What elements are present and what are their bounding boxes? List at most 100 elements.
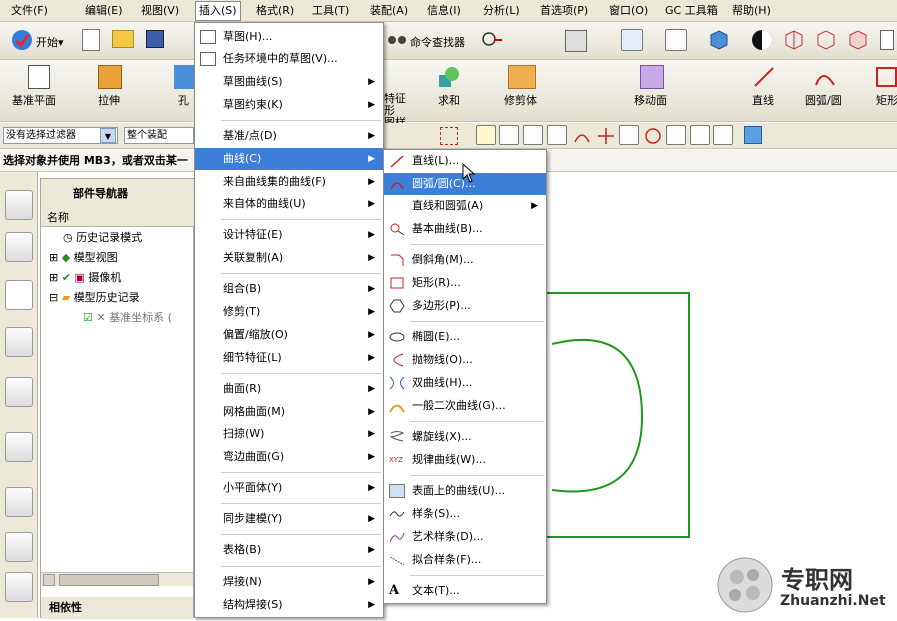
cube-red-icon[interactable] [782, 28, 806, 52]
start-icon[interactable] [10, 28, 34, 52]
model-history-item[interactable]: ⊟ ▰ 模型历史记录 [49, 288, 140, 308]
menu-assembly[interactable]: 装配(A) [367, 2, 411, 20]
menu-flange-surface[interactable]: 弯边曲面(G) ▶ [195, 446, 383, 468]
column-name-header[interactable]: 名称 [41, 209, 195, 227]
menu-offset-scale[interactable]: 偏置/缩放(O) ▶ [195, 324, 383, 346]
system-materials-tab[interactable] [5, 487, 33, 517]
hole-icon[interactable] [174, 65, 194, 89]
move-face-button[interactable]: 移动面 [634, 92, 667, 108]
new-file-icon[interactable] [82, 29, 100, 51]
menu-facet-body[interactable]: 小平面体(Y) ▶ [195, 477, 383, 499]
dependencies-panel-header[interactable]: 相依性 [41, 597, 193, 619]
menu-preferences[interactable]: 首选项(P) [537, 2, 591, 20]
layer-icon[interactable] [565, 30, 587, 52]
menu-line-and-arc[interactable]: 直线和圆弧(A) ▶ [384, 195, 546, 217]
datum-plane-button[interactable]: 基准平面 [12, 92, 56, 108]
datum-plane-icon[interactable] [28, 65, 50, 89]
snap-arc-icon[interactable] [572, 126, 592, 146]
scroll-thumb[interactable] [59, 574, 159, 586]
snap-end-icon[interactable] [499, 125, 519, 145]
expand-icon[interactable]: ⊞ [49, 251, 58, 264]
unite-icon[interactable] [437, 65, 461, 89]
menu-hyperbola[interactable]: 双曲线(H)... [384, 372, 546, 394]
cube-hidden-icon[interactable] [846, 28, 870, 52]
snap-control-icon[interactable] [547, 125, 567, 145]
hole-button[interactable]: 孔 [178, 92, 189, 108]
menu-chamfer[interactable]: 倒斜角(M)... [384, 249, 546, 271]
menu-polygon[interactable]: 多边形(P)... [384, 295, 546, 317]
move-face-icon[interactable] [640, 65, 664, 89]
shading-icon[interactable] [750, 28, 774, 52]
snap-on-curve-icon[interactable] [690, 125, 710, 145]
menu-design-feature[interactable]: 设计特征(E) ▶ [195, 224, 383, 246]
snap-body-icon[interactable] [744, 126, 762, 144]
part-navigator-tab[interactable] [5, 280, 33, 310]
menu-text[interactable]: A 文本(T)... [384, 580, 546, 602]
menu-tools[interactable]: 工具(T) [309, 2, 352, 20]
start-button[interactable]: 开始▾ [36, 34, 64, 50]
menu-sketch-constraint[interactable]: 草图约束(K) ▶ [195, 94, 383, 116]
trim-body-button[interactable]: 修剪体 [504, 92, 537, 108]
menu-edit[interactable]: 编辑(E) [82, 2, 126, 20]
menu-rectangle[interactable]: 矩形(R)... [384, 272, 546, 294]
model-views-item[interactable]: ⊞ ◆ 模型视图 [49, 248, 118, 268]
cube-wire-icon[interactable] [814, 28, 838, 52]
snap-point-icon[interactable] [476, 125, 496, 145]
menu-parabola[interactable]: 抛物线(O)... [384, 349, 546, 371]
command-finder[interactable]: 命令查找器 [410, 34, 465, 50]
menu-sketch-in-task[interactable]: 任务环境中的草图(V)... [195, 48, 383, 70]
menu-insert[interactable]: 插入(S) [195, 1, 241, 21]
menu-help[interactable]: 帮助(H) [729, 2, 774, 20]
binoculars-icon[interactable] [387, 31, 407, 47]
graphics-window[interactable]: 专职网 Zhuanzhi.Net [547, 172, 897, 618]
menu-spline[interactable]: 样条(S)... [384, 503, 546, 525]
menu-combine[interactable]: 组合(B) ▶ [195, 278, 383, 300]
menu-general-conic[interactable]: 一般二次曲线(G)... [384, 395, 546, 417]
menu-ellipse[interactable]: 椭圆(E)... [384, 326, 546, 348]
menu-fit-spline[interactable]: 拟合样条(F)... [384, 549, 546, 571]
camera-item[interactable]: ⊞ ✔ ▣ 摄像机 [49, 268, 121, 288]
menu-trim[interactable]: 修剪(T) ▶ [195, 301, 383, 323]
menu-sweep[interactable]: 扫掠(W) ▶ [195, 423, 383, 445]
menu-file[interactable]: 文件(F) [8, 2, 51, 20]
collapse-icon[interactable]: ⊟ [49, 291, 58, 304]
constraint-navigator-tab[interactable] [5, 232, 33, 262]
extrude-button[interactable]: 拉伸 [98, 92, 120, 108]
sketch-tool-icon[interactable] [481, 30, 503, 50]
snap-existing-point-icon[interactable] [666, 125, 686, 145]
history-mode-item[interactable]: ◷ 历史记录模式 [63, 228, 142, 248]
menu-associative-copy[interactable]: 关联复制(A) ▶ [195, 247, 383, 269]
expand-icon[interactable]: ⊞ [49, 271, 58, 284]
menu-weld[interactable]: 焊接(N) ▶ [195, 571, 383, 593]
menu-datum-point[interactable]: 基准/点(D) ▶ [195, 125, 383, 147]
rectangle-icon[interactable] [876, 67, 897, 87]
menu-law-curve[interactable]: XYZ 规律曲线(W)... [384, 449, 546, 471]
menu-table[interactable]: 表格(B) ▶ [195, 539, 383, 561]
unite-button[interactable]: 求和 [438, 92, 460, 108]
snap-on-face-icon[interactable] [713, 125, 733, 145]
snap-quadrant-icon[interactable] [643, 126, 663, 146]
menu-sketch[interactable]: 草图(H)... [195, 26, 383, 48]
menu-info[interactable]: 信息(I) [424, 2, 464, 20]
menu-mesh-surface[interactable]: 网格曲面(M) ▶ [195, 401, 383, 423]
history-tab[interactable] [5, 432, 33, 462]
filter-dropdown-arrow-icon[interactable]: ▼ [100, 128, 116, 143]
line-icon[interactable] [752, 65, 776, 89]
menu-basic-curves[interactable]: 基本曲线(B)... [384, 218, 546, 240]
menu-format[interactable]: 格式(R) [253, 2, 297, 20]
view-orient-icon[interactable] [665, 29, 687, 51]
arc-circle-button[interactable]: 圆弧/圆 [805, 92, 842, 108]
render-style-icon[interactable] [707, 28, 731, 52]
extrude-icon[interactable] [98, 65, 122, 89]
assembly-navigator-tab[interactable] [5, 190, 33, 220]
reuse-library-tab[interactable] [5, 327, 33, 357]
menu-window[interactable]: 窗口(O) [606, 2, 651, 20]
scroll-left-icon[interactable] [43, 574, 55, 586]
menu-helix[interactable]: 螺旋线(X)... [384, 426, 546, 448]
menu-synchronous-modeling[interactable]: 同步建模(Y) ▶ [195, 508, 383, 530]
datum-csys-item[interactable]: ☑ ✕ 基准坐标系 ( [83, 308, 172, 328]
menu-gc-toolbox[interactable]: GC 工具箱 [662, 2, 721, 20]
fit-view-icon[interactable] [621, 29, 643, 51]
menu-analysis[interactable]: 分析(L) [480, 2, 523, 20]
open-folder-icon[interactable] [112, 30, 134, 48]
